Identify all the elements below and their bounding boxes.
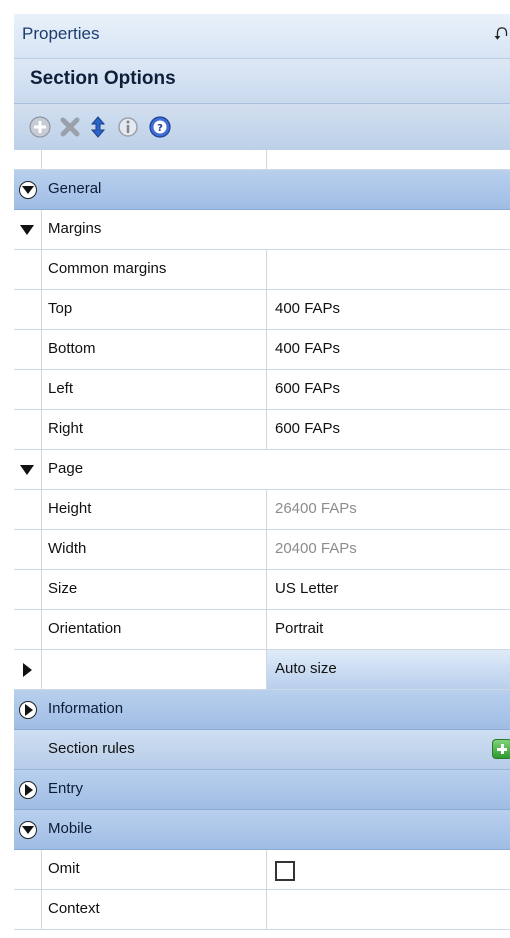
property-label: Common margins xyxy=(48,260,167,277)
property-top[interactable]: Top 400 FAPs xyxy=(14,290,510,330)
omit-checkbox[interactable] xyxy=(275,861,295,881)
property-height[interactable]: Height 26400 FAPs xyxy=(14,490,510,530)
property-value: 400 FAPs xyxy=(275,300,341,317)
property-autosize[interactable]: Auto size xyxy=(14,650,510,690)
category-label: Entry xyxy=(48,780,84,797)
add-circle-icon[interactable] xyxy=(28,115,52,139)
expand-toggle-icon[interactable] xyxy=(19,701,37,719)
property-value: 20400 FAPs xyxy=(275,540,357,557)
property-label: Height xyxy=(48,500,92,517)
section-options-header: Section Options xyxy=(14,59,510,104)
expand-toggle-icon[interactable] xyxy=(19,181,37,199)
expand-arrow-icon[interactable] xyxy=(23,663,32,677)
property-label: Bottom xyxy=(48,340,96,357)
section-rules-label: Section rules xyxy=(48,740,135,757)
category-label: Mobile xyxy=(48,820,93,837)
category-entry[interactable]: Entry xyxy=(14,770,510,810)
group-label: Page xyxy=(48,460,84,477)
pin-icon[interactable]: ⮏ xyxy=(494,22,508,52)
toolbar: ? xyxy=(14,104,510,151)
window-title: Properties xyxy=(22,24,100,43)
category-mobile[interactable]: Mobile xyxy=(14,810,510,850)
property-value: Portrait xyxy=(275,620,324,637)
category-general[interactable]: General xyxy=(14,170,510,210)
property-label: Right xyxy=(48,420,84,437)
category-information[interactable]: Information xyxy=(14,690,510,730)
group-page[interactable]: Page xyxy=(14,450,510,490)
property-orientation[interactable]: Orientation Portrait xyxy=(14,610,510,650)
help-icon[interactable]: ? xyxy=(148,115,172,139)
property-value: 600 FAPs xyxy=(275,380,341,397)
property-label: Top xyxy=(48,300,73,317)
property-label: Size xyxy=(48,580,78,597)
collapse-arrow-icon[interactable] xyxy=(20,465,34,475)
property-value: US Letter xyxy=(275,580,339,597)
section-title: Section Options xyxy=(30,68,176,89)
property-value: 26400 FAPs xyxy=(275,500,357,517)
property-right[interactable]: Right 600 FAPs xyxy=(14,410,510,450)
properties-title-bar: Properties ⮏ xyxy=(14,14,510,59)
properties-panel: Properties ⮏ Section Options ? General M… xyxy=(14,14,510,938)
property-label: Context xyxy=(48,900,100,917)
property-label: Left xyxy=(48,380,74,397)
move-updown-icon[interactable] xyxy=(86,115,110,139)
svg-text:?: ? xyxy=(157,123,163,134)
add-rule-icon[interactable] xyxy=(492,739,510,759)
collapse-arrow-icon[interactable] xyxy=(20,225,34,235)
info-icon[interactable] xyxy=(116,115,140,139)
blank-row xyxy=(14,150,510,170)
category-label: General xyxy=(48,180,102,197)
property-context[interactable]: Context xyxy=(14,890,510,930)
property-label: Width xyxy=(48,540,87,557)
expand-toggle-icon[interactable] xyxy=(19,781,37,799)
property-common-margins[interactable]: Common margins xyxy=(14,250,510,290)
property-size[interactable]: Size US Letter xyxy=(14,570,510,610)
autosize-button[interactable]: Auto size xyxy=(275,660,337,677)
group-label: Margins xyxy=(48,220,102,237)
property-width[interactable]: Width 20400 FAPs xyxy=(14,530,510,570)
property-omit[interactable]: Omit xyxy=(14,850,510,890)
property-bottom[interactable]: Bottom 400 FAPs xyxy=(14,330,510,370)
expand-toggle-icon[interactable] xyxy=(19,821,37,839)
property-left[interactable]: Left 600 FAPs xyxy=(14,370,510,410)
section-rules-row[interactable]: Section rules xyxy=(14,730,510,770)
group-margins[interactable]: Margins xyxy=(14,210,510,250)
delete-x-icon[interactable] xyxy=(58,115,82,139)
property-label: Orientation xyxy=(48,620,122,637)
property-value: 600 FAPs xyxy=(275,420,341,437)
category-label: Information xyxy=(48,700,124,717)
property-label: Omit xyxy=(48,860,80,877)
property-value: 400 FAPs xyxy=(275,340,341,357)
